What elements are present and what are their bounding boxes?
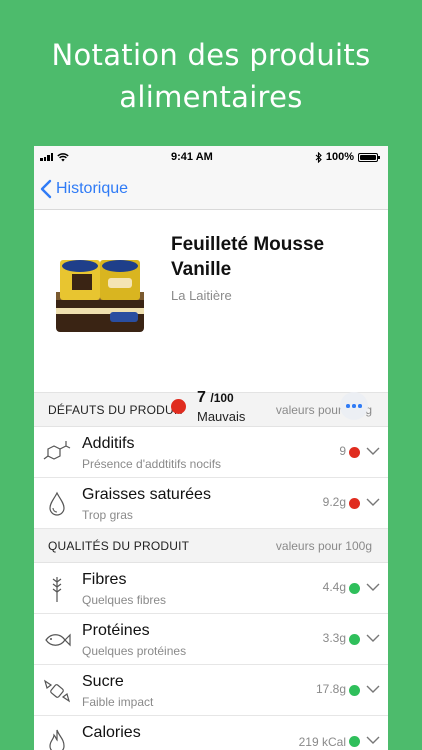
list-item-additifs[interactable]: Additifs Présence d'addtitifs nocifs 9 <box>34 427 388 478</box>
list-item-sucre[interactable]: Sucre Faible impact 17.8g <box>34 665 388 716</box>
back-label: Historique <box>56 179 129 197</box>
headline-line-2: alimentaires <box>119 80 303 114</box>
list-item-proteines[interactable]: Protéines Quelques protéines 3.3g <box>34 614 388 665</box>
chevron-left-icon <box>40 179 52 198</box>
status-time: 9:41 AM <box>171 151 213 163</box>
row-title: Protéines <box>82 622 150 639</box>
row-value: 9.2g <box>322 495 346 509</box>
signal-wifi <box>40 152 69 162</box>
score-indicator <box>171 399 186 414</box>
row-subtitle: Faible impact <box>82 695 154 709</box>
row-value: 3.3g <box>322 631 346 645</box>
additives-icon <box>43 441 71 460</box>
chevron-down-icon <box>366 685 380 693</box>
row-title: Fibres <box>82 571 127 588</box>
chevron-down-icon <box>366 736 380 744</box>
list-item-calories[interactable]: Calories 219 kCal <box>34 716 388 750</box>
status-dot <box>349 685 360 696</box>
headline-line-1: Notation des produits <box>51 38 371 72</box>
drop-icon <box>49 491 65 516</box>
flame-icon <box>49 729 65 750</box>
row-subtitle: Présence d'addtitifs nocifs <box>82 457 222 471</box>
chevron-down-icon <box>366 447 380 455</box>
bluetooth-icon <box>315 151 322 163</box>
signal-icon <box>40 153 53 161</box>
wifi-icon <box>57 152 69 161</box>
chevron-down-icon <box>366 583 380 591</box>
fish-icon <box>45 633 71 647</box>
row-subtitle: Quelques fibres <box>82 593 167 607</box>
list-item-graisses[interactable]: Graisses saturées Trop gras 9.2g <box>34 478 388 529</box>
qualities-note: valeurs pour 100g <box>275 538 372 553</box>
product-image <box>56 260 144 332</box>
qualities-header: QUALITÉS DU PRODUIT valeurs pour 100g <box>34 529 388 563</box>
row-value: 17.8g <box>315 682 346 696</box>
row-subtitle: Quelques protéines <box>82 644 187 658</box>
wheat-icon <box>52 577 62 602</box>
status-dot <box>349 736 360 747</box>
status-dot <box>349 498 360 509</box>
navigation-bar: Historique <box>34 168 388 210</box>
row-title: Additifs <box>82 435 135 452</box>
product-title: Feuilleté Mousse Vanille <box>171 234 325 280</box>
row-title: Graisses saturées <box>82 486 211 503</box>
row-title: Calories <box>82 724 141 741</box>
product-brand: La Laitière <box>171 288 232 303</box>
chevron-down-icon <box>366 498 380 506</box>
status-dot <box>349 583 360 594</box>
chevron-down-icon <box>366 634 380 642</box>
battery-percent: 100% <box>325 151 354 163</box>
promo-headline: Notation des produits alimentaires <box>0 34 422 118</box>
score-number: 7 <box>197 389 206 406</box>
status-dot <box>349 447 360 458</box>
phone-screen: 9:41 AM 100% Historique Feuilleté Mousse… <box>34 146 388 750</box>
score-max: /100 <box>210 391 234 405</box>
list-item-fibres[interactable]: Fibres Quelques fibres 4.4g <box>34 563 388 614</box>
product-card: Feuilleté Mousse Vanille La Laitière 7 /… <box>34 210 388 424</box>
score-value: 7 /100 <box>197 389 234 407</box>
defects-title: DÉFAUTS DU PRODUIT <box>48 402 185 417</box>
status-dot <box>349 634 360 645</box>
battery-icon <box>357 152 380 162</box>
row-value: 9 <box>339 444 346 458</box>
row-value: 219 kCal <box>298 735 346 749</box>
candy-icon <box>43 679 71 703</box>
more-options-button[interactable] <box>340 392 368 420</box>
row-subtitle: Trop gras <box>82 508 133 522</box>
row-value: 4.4g <box>322 580 346 594</box>
qualities-title: QUALITÉS DU PRODUIT <box>48 538 190 553</box>
row-title: Sucre <box>82 673 124 690</box>
status-bar: 9:41 AM 100% <box>34 146 388 168</box>
back-button[interactable]: Historique <box>40 179 128 199</box>
score-rating: Mauvais <box>197 409 246 424</box>
